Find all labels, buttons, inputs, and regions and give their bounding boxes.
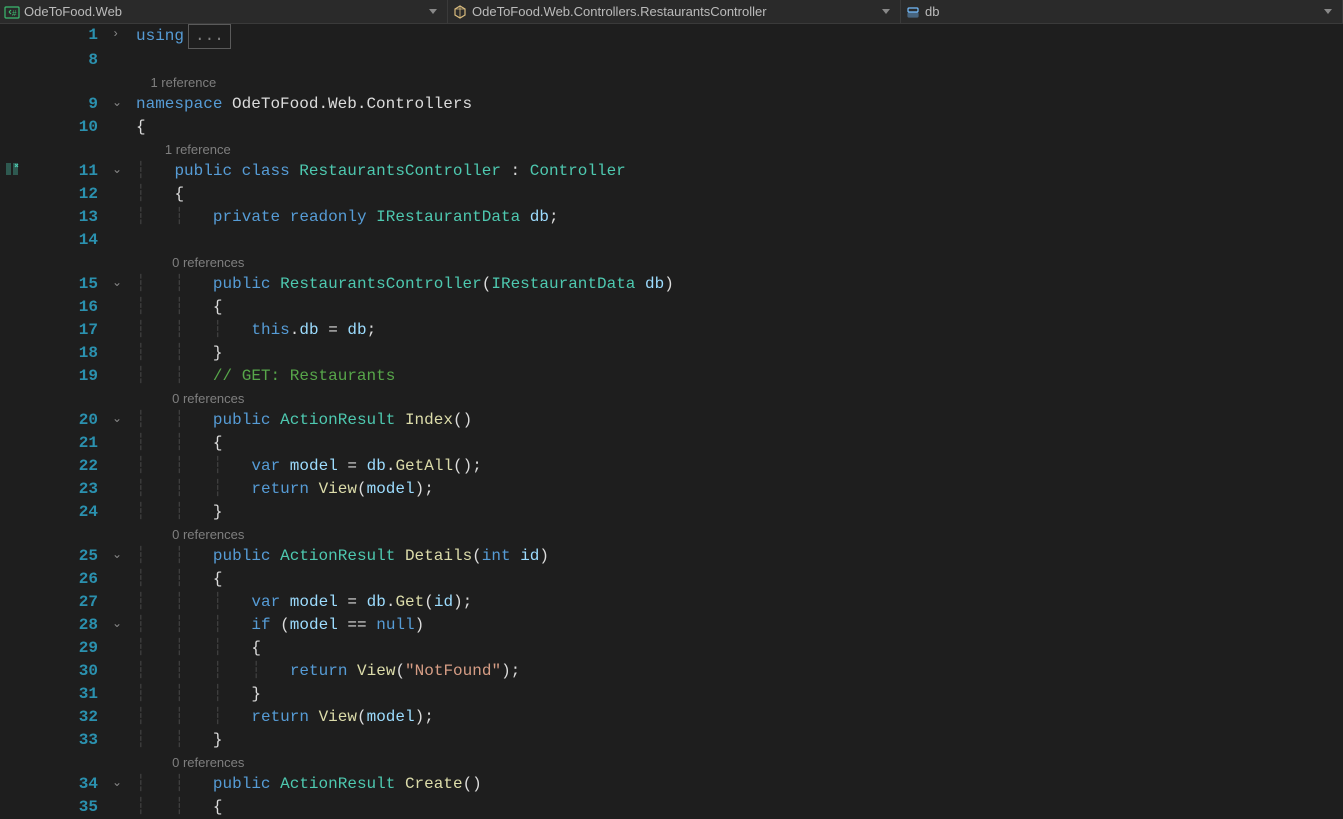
line-number: 1 [24,24,112,47]
code-line[interactable]: 21┆ ┆ { [24,432,1343,455]
chevron-down-icon [429,9,437,14]
code-suggestion-icon[interactable] [4,161,20,182]
indicator-margin [0,24,24,802]
line-number: 17 [24,319,112,342]
code-line[interactable]: 27┆ ┆ ┆ var model = db.Get(id); [24,591,1343,614]
line-number: 23 [24,478,112,501]
line-number: 9 [24,93,112,116]
line-number: 26 [24,568,112,591]
line-number: 24 [24,501,112,524]
line-number: 28 [24,614,112,637]
code-line[interactable]: 31┆ ┆ ┆ } [24,683,1343,706]
code-editor[interactable]: 1›using...8 1 reference9⌄namespace OdeTo… [0,24,1343,802]
class-name: OdeToFood.Web.Controllers.RestaurantsCon… [472,4,878,19]
line-number: 25 [24,545,112,568]
chevron-down-icon [1324,9,1332,14]
code-line[interactable]: 32┆ ┆ ┆ return View(model); [24,706,1343,729]
class-icon [452,4,468,20]
fold-toggle[interactable]: › [112,24,136,47]
code-line[interactable]: 10{ [24,116,1343,139]
fold-toggle[interactable]: ⌄ [112,614,136,637]
code-line[interactable]: 24┆ ┆ } [24,501,1343,524]
codelens[interactable]: 0 references [24,388,1343,409]
code-line[interactable]: 13┆ ┆ private readonly IRestaurantData d… [24,206,1343,229]
code-line[interactable]: 35┆ ┆ { [24,796,1343,819]
line-number: 12 [24,183,112,206]
codelens[interactable]: 0 references [24,752,1343,773]
line-number: 11 [24,160,112,183]
member-name: db [925,4,1320,19]
fold-toggle[interactable]: ⌄ [112,160,136,183]
code-line[interactable]: 17┆ ┆ ┆ this.db = db; [24,319,1343,342]
code-line[interactable]: 20⌄┆ ┆ public ActionResult Index() [24,409,1343,432]
line-number: 35 [24,796,112,819]
collapsed-region[interactable]: ... [188,24,231,49]
class-dropdown[interactable]: OdeToFood.Web.Controllers.RestaurantsCon… [448,0,901,23]
line-number: 32 [24,706,112,729]
line-number: 29 [24,637,112,660]
code-line[interactable]: 34⌄┆ ┆ public ActionResult Create() [24,773,1343,796]
codelens[interactable]: 1 reference [24,72,1343,93]
line-number: 19 [24,365,112,388]
line-number: 22 [24,455,112,478]
line-number: 16 [24,296,112,319]
code-line[interactable]: 28⌄┆ ┆ ┆ if (model == null) [24,614,1343,637]
line-number: 21 [24,432,112,455]
code-line[interactable]: 8 [24,49,1343,72]
fold-toggle[interactable]: ⌄ [112,93,136,116]
code-line[interactable]: 29┆ ┆ ┆ { [24,637,1343,660]
fold-toggle[interactable]: ⌄ [112,273,136,296]
code-line[interactable]: 33┆ ┆ } [24,729,1343,752]
line-number: 10 [24,116,112,139]
code-line[interactable]: 12┆ { [24,183,1343,206]
code-line[interactable]: 30┆ ┆ ┆ ┆ return View("NotFound"); [24,660,1343,683]
member-dropdown[interactable]: db [901,0,1343,23]
fold-toggle[interactable]: ⌄ [112,409,136,432]
line-number: 34 [24,773,112,796]
code-rows: 1›using...8 1 reference9⌄namespace OdeTo… [24,24,1343,802]
code-line[interactable]: 18┆ ┆ } [24,342,1343,365]
line-number: 14 [24,229,112,252]
project-dropdown[interactable]: # OdeToFood.Web [0,0,448,23]
line-number: 18 [24,342,112,365]
code-line[interactable]: 14 [24,229,1343,252]
line-number: 30 [24,660,112,683]
code-line[interactable]: 16┆ ┆ { [24,296,1343,319]
code-line[interactable]: 26┆ ┆ { [24,568,1343,591]
line-number: 31 [24,683,112,706]
line-number: 8 [24,49,112,72]
project-name: OdeToFood.Web [24,4,425,19]
chevron-down-icon [882,9,890,14]
fold-toggle[interactable]: ⌄ [112,545,136,568]
codelens[interactable]: 0 references [24,524,1343,545]
field-icon [905,4,921,20]
code-line[interactable]: 25⌄┆ ┆ public ActionResult Details(int i… [24,545,1343,568]
code-line[interactable]: 15⌄┆ ┆ public RestaurantsController(IRes… [24,273,1343,296]
code-line[interactable]: 22┆ ┆ ┆ var model = db.GetAll(); [24,455,1343,478]
code-line[interactable]: 1›using... [24,24,1343,49]
navigation-bar: # OdeToFood.Web OdeToFood.Web.Controller… [0,0,1343,24]
line-number: 33 [24,729,112,752]
line-number: 20 [24,409,112,432]
line-number: 15 [24,273,112,296]
fold-toggle[interactable]: ⌄ [112,773,136,796]
code-line[interactable]: 11⌄┆ public class RestaurantsController … [24,160,1343,183]
code-line[interactable]: 23┆ ┆ ┆ return View(model); [24,478,1343,501]
codelens[interactable]: 0 references [24,252,1343,273]
code-line[interactable]: 9⌄namespace OdeToFood.Web.Controllers [24,93,1343,116]
csharp-project-icon: # [4,4,20,20]
codelens[interactable]: 1 reference [24,139,1343,160]
code-line[interactable]: 19┆ ┆ // GET: Restaurants [24,365,1343,388]
line-number: 27 [24,591,112,614]
svg-text:#: # [12,9,17,18]
line-number: 13 [24,206,112,229]
